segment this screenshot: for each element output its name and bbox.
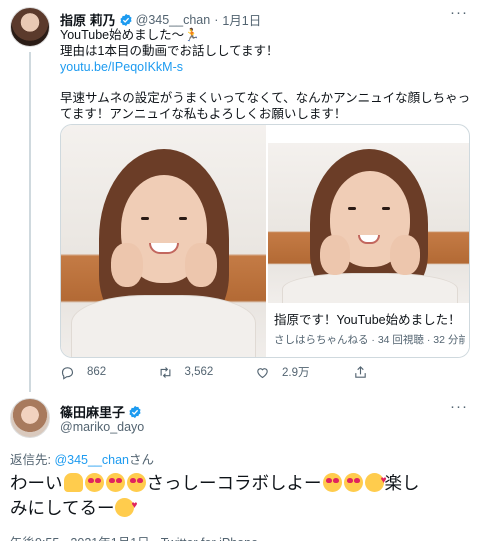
retweet-button[interactable]: 3,562 — [158, 365, 256, 380]
raising-hands-emoji-icon — [63, 473, 83, 492]
heart-eyes-emoji-icon — [84, 473, 104, 492]
reply-text-segment: さっしーコラボしよー — [146, 473, 322, 493]
reply-timestamp[interactable]: 午後9:55 · 2021年1月1日 · Twitter for iPhone — [10, 532, 258, 541]
reply-to-handle[interactable]: @345__chan — [54, 453, 129, 467]
card-subtitle: さしはらちゃんねる · 34 回視聴 · 32 分前 — [274, 334, 465, 346]
tweet-link[interactable]: youtu.be/IPeqoIKkM-s — [60, 59, 183, 75]
reply-to-suffix: さん — [129, 453, 155, 467]
share-icon — [354, 365, 366, 378]
reply-header: 篠田麻里子 — [60, 402, 145, 421]
video-thumbnail[interactable] — [268, 143, 469, 313]
verified-badge-icon — [129, 405, 141, 418]
tweet-actions: 862 3,562 2.9万 — [60, 364, 450, 380]
reply-to-line: 返信先: @345__chanさん — [10, 449, 154, 468]
author-handle[interactable]: @mariko_dayo — [60, 420, 144, 434]
verified-badge-icon — [120, 13, 132, 26]
author-handle[interactable]: @345__chan — [136, 13, 211, 27]
reply-icon — [61, 366, 74, 380]
reply-text-segment: わーい — [10, 473, 63, 493]
media-card[interactable]: 指原です！YouTube始めました！ さしはらちゃんねる · 34 回視聴 · … — [60, 124, 470, 358]
retweet-icon — [160, 366, 170, 378]
author-name[interactable]: 篠田麻里子 — [60, 402, 125, 421]
like-icon — [257, 367, 268, 378]
card-title: 指原です！YouTube始めました！ — [274, 313, 461, 327]
thumbnail-photo[interactable] — [61, 125, 266, 357]
thread-connector-line — [29, 52, 31, 392]
more-icon[interactable]: ··· — [450, 4, 468, 21]
reply-button[interactable]: 862 — [60, 365, 158, 380]
smiling-face-with-hearts-emoji-icon — [115, 493, 137, 518]
heart-eyes-emoji-icon — [343, 473, 363, 492]
smiling-face-with-hearts-emoji-icon — [364, 468, 387, 493]
avatar[interactable] — [10, 7, 50, 47]
reply-count: 862 — [87, 366, 107, 378]
more-icon[interactable]: ··· — [450, 398, 468, 415]
share-button[interactable] — [353, 365, 451, 380]
heart-eyes-emoji-icon — [322, 473, 342, 492]
heart-eyes-emoji-icon — [105, 473, 125, 492]
separator-dot: · — [214, 12, 219, 27]
tweet-text-line: てます！アンニュイな私もよろしくお願いします！ — [60, 107, 347, 121]
reply-text: わーい さっしーコラボしよー 楽しみにしてるー — [10, 468, 470, 521]
tweet-text-line: YouTube始めました〜🏃 — [60, 28, 200, 42]
tweet-text-line: 早速サムネの設定がうまくいってなくて、なんかアンニュイな顔しちゃっ — [60, 91, 471, 105]
tweet-text-line: 理由は1本目の動画でお話ししてます！ — [60, 44, 279, 58]
heart-eyes-emoji-icon — [126, 473, 146, 492]
avatar[interactable] — [10, 398, 50, 438]
like-button[interactable]: 2.9万 — [255, 364, 353, 380]
reply-text-segment: みにしてるー — [10, 498, 115, 518]
reply-text-segment: 楽し — [384, 473, 420, 493]
reply-to-prefix: 返信先: — [10, 453, 55, 467]
like-count: 2.9万 — [282, 367, 310, 379]
tweet-date[interactable]: 1月1日 — [222, 10, 261, 29]
retweet-count: 3,562 — [184, 366, 214, 378]
link-card-info[interactable]: 指原です！YouTube始めました！ さしはらちゃんねる · 34 回視聴 · … — [268, 303, 469, 357]
